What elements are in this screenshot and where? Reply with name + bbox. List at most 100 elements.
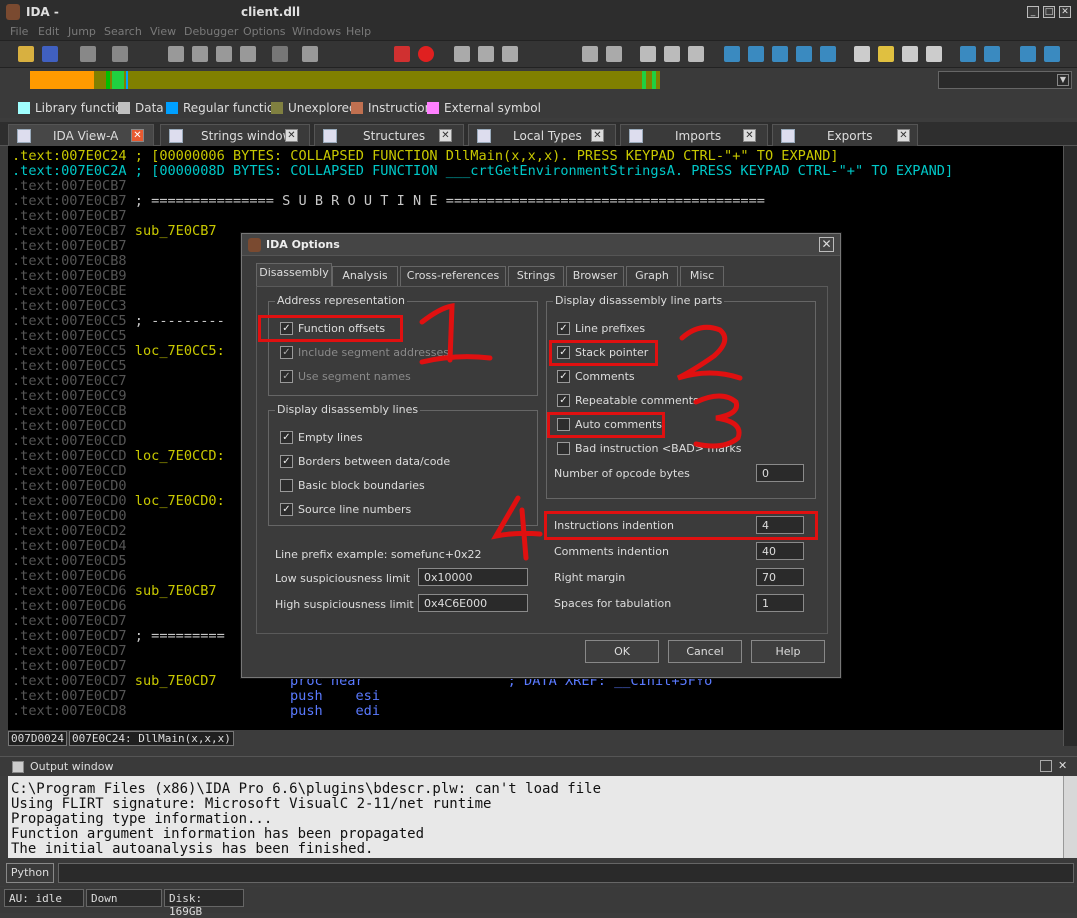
tab-analysis[interactable]: Analysis	[332, 266, 398, 286]
disasm-line[interactable]: .text:007E0CD6	[12, 599, 127, 614]
opcode-bytes-field[interactable]: 0	[756, 464, 804, 482]
tool-icon[interactable]	[724, 46, 740, 62]
output-log[interactable]: C:\Program Files (x86)\IDA Pro 6.6\plugi…	[8, 776, 1063, 858]
disasm-line[interactable]: .text:007E0CB7 ; =============== S U B R…	[12, 194, 765, 209]
disasm-line[interactable]: .text:007E0CCD loc_7E0CCD:	[12, 449, 225, 464]
navigation-strip[interactable]	[30, 71, 660, 89]
python-input[interactable]	[58, 863, 1074, 883]
disasm-line[interactable]: .text:007E0CC9	[12, 389, 127, 404]
tool-icon[interactable]	[272, 46, 288, 62]
disasm-line[interactable]: .text:007E0CD5	[12, 554, 127, 569]
disasm-line[interactable]: .text:007E0CB8	[12, 254, 127, 269]
disasm-line[interactable]: .text:007E0CD7	[12, 659, 127, 674]
tool-icon[interactable]	[926, 46, 942, 62]
disasm-line[interactable]: .text:007E0CCB	[12, 404, 127, 419]
python-button[interactable]: Python	[6, 863, 54, 883]
tool-icon[interactable]	[582, 46, 598, 62]
output-scrollbar[interactable]	[1063, 776, 1077, 858]
menu-debugger[interactable]: Debugger	[184, 25, 238, 38]
close-tab-icon[interactable]: ✕	[439, 129, 452, 142]
tool-icon[interactable]	[478, 46, 494, 62]
disasm-line[interactable]: .text:007E0CB7 sub_7E0CB7	[12, 224, 217, 239]
right-margin-field[interactable]: 70	[756, 568, 804, 586]
tab-misc[interactable]: Misc	[680, 266, 724, 286]
tab-strings[interactable]: Strings	[508, 266, 564, 286]
tool-icon[interactable]	[820, 46, 836, 62]
close-tab-icon[interactable]: ✕	[591, 129, 604, 142]
tool-icon[interactable]	[216, 46, 232, 62]
tool-icon[interactable]	[502, 46, 518, 62]
disasm-line[interactable]: .text:007E0CD4	[12, 539, 127, 554]
disasm-instruction[interactable]: push edi	[290, 704, 380, 719]
disasm-line[interactable]: .text:007E0CCD	[12, 464, 127, 479]
close-icon[interactable]: ✕	[819, 237, 834, 252]
disasm-line[interactable]: .text:007E0CD0 loc_7E0CD0:	[12, 494, 225, 509]
tab-graph[interactable]: Graph	[626, 266, 678, 286]
tool-icon[interactable]	[796, 46, 812, 62]
tool-icon[interactable]	[854, 46, 870, 62]
disasm-line[interactable]: .text:007E0CB7	[12, 239, 127, 254]
disasm-line[interactable]: .text:007E0CD0	[12, 479, 127, 494]
ok-button[interactable]: OK	[585, 640, 659, 663]
menu-help[interactable]: Help	[346, 25, 371, 38]
disasm-line[interactable]: .text:007E0CD0	[12, 509, 127, 524]
tool-icon[interactable]	[1044, 46, 1060, 62]
tool-icon[interactable]	[772, 46, 788, 62]
tool-icon[interactable]	[606, 46, 622, 62]
tool-icon[interactable]	[1020, 46, 1036, 62]
open-icon[interactable]	[18, 46, 34, 62]
disasm-line[interactable]: .text:007E0CD6 sub_7E0CB7	[12, 584, 217, 599]
disasm-line[interactable]: .text:007E0CB7	[12, 179, 127, 194]
record-icon[interactable]	[418, 46, 434, 62]
disasm-line[interactable]: .text:007E0CB9	[12, 269, 127, 284]
disasm-line[interactable]: .text:007E0CD2	[12, 524, 127, 539]
tab-imports[interactable]: Imports ✕	[620, 124, 768, 146]
disasm-line[interactable]: .text:007E0C24 ; [00000006 BYTES: COLLAP…	[12, 149, 839, 164]
tool-icon[interactable]	[748, 46, 764, 62]
close-tab-icon[interactable]: ✕	[285, 129, 298, 142]
menu-options[interactable]: Options	[243, 25, 285, 38]
tool-icon[interactable]	[878, 46, 894, 62]
minimize-icon[interactable]: _	[1027, 6, 1039, 18]
tab-browser[interactable]: Browser	[566, 266, 624, 286]
tab-strings-window[interactable]: Strings window ✕	[160, 124, 310, 146]
high-limit-field[interactable]: 0x4C6E000	[418, 594, 528, 612]
low-limit-field[interactable]: 0x10000	[418, 568, 528, 586]
disasm-line[interactable]: .text:007E0CD7	[12, 644, 127, 659]
back-icon[interactable]	[80, 46, 96, 62]
menu-jump[interactable]: Jump	[68, 25, 96, 38]
disasm-line[interactable]: .text:007E0C2A ; [0000008D BYTES: COLLAP…	[12, 164, 953, 179]
disasm-line[interactable]: .text:007E0CD8	[12, 704, 127, 719]
forward-icon[interactable]	[112, 46, 128, 62]
tool-icon[interactable]	[902, 46, 918, 62]
disasm-line[interactable]: .text:007E0CC5	[12, 359, 127, 374]
disasm-line[interactable]: .text:007E0CC7	[12, 374, 127, 389]
disasm-instruction[interactable]: push esi	[290, 689, 380, 704]
disasm-line[interactable]: .text:007E0CC5	[12, 329, 127, 344]
tab-ida-view-a[interactable]: IDA View-A ✕	[8, 124, 154, 146]
help-button[interactable]: Help	[751, 640, 825, 663]
tool-icon[interactable]	[192, 46, 208, 62]
maximize-icon[interactable]: □	[1043, 6, 1055, 18]
tool-icon[interactable]	[984, 46, 1000, 62]
tool-icon[interactable]	[454, 46, 470, 62]
tool-icon[interactable]	[302, 46, 318, 62]
menu-windows[interactable]: Windows	[292, 25, 341, 38]
tab-exports[interactable]: Exports ✕	[772, 124, 918, 146]
navigation-combo[interactable]: ▼	[938, 71, 1072, 89]
disassembly-scrollbar[interactable]	[1063, 146, 1077, 746]
disasm-line[interactable]: .text:007E0CC5 loc_7E0CC5:	[12, 344, 225, 359]
disasm-line[interactable]: .text:007E0CB7	[12, 209, 127, 224]
menu-edit[interactable]: Edit	[38, 25, 59, 38]
save-icon[interactable]	[42, 46, 58, 62]
close-tab-icon[interactable]: ✕	[131, 129, 144, 142]
disasm-line[interactable]: .text:007E0CD7 ; =========	[12, 629, 225, 644]
close-icon[interactable]: ✕	[1059, 6, 1071, 18]
tool-icon[interactable]	[240, 46, 256, 62]
cancel-button[interactable]: Cancel	[668, 640, 742, 663]
disasm-line[interactable]: .text:007E0CD7	[12, 614, 127, 629]
tool-icon[interactable]	[960, 46, 976, 62]
tool-icon[interactable]	[664, 46, 680, 62]
chevron-down-icon[interactable]: ▼	[1057, 74, 1069, 86]
disasm-line[interactable]: .text:007E0CD7 sub_7E0CD7	[12, 674, 217, 689]
